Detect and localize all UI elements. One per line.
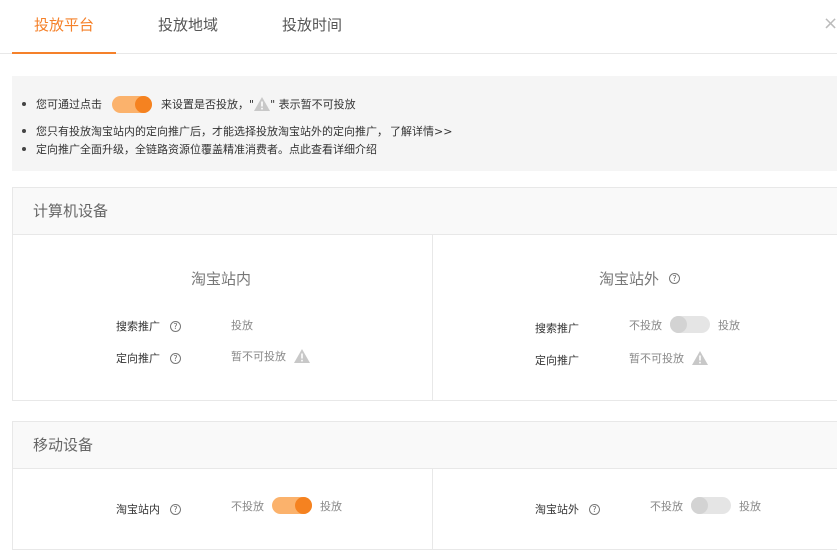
on-label: 投放 xyxy=(739,499,761,513)
notice-text: 您只有投放淘宝站内的定向推广后，才能选择投放淘宝站外的定向推广， xyxy=(36,125,388,138)
pc-outside-search-label: 搜索推广 xyxy=(535,322,579,335)
bullet-icon xyxy=(22,102,26,106)
notice-line-upgrade: 定向推广全面升级，全链路资源位覆盖精准消费者。点此查看详细介绍 xyxy=(22,141,377,157)
value-text: 暂不可投放 xyxy=(629,352,684,365)
value-text: 暂不可投放 xyxy=(231,350,286,363)
help-icon[interactable]: ? xyxy=(589,503,600,515)
pc-inside-search-value: 投放 xyxy=(231,319,253,332)
help-icon[interactable]: ? xyxy=(170,352,181,364)
mobile-outside-control: 不投放 投放 xyxy=(650,497,761,514)
notice-line-toggle-hint: 您可通过点击 来设置是否投放，" " 表示暂不可投放 xyxy=(22,94,356,114)
pc-outside-title: 淘宝站外 ? xyxy=(599,268,681,289)
mobile-outside-toggle[interactable] xyxy=(691,497,731,514)
mobile-outside-label: 淘宝站外 ? xyxy=(535,501,600,517)
notice-box: 您可通过点击 来设置是否投放，" " 表示暂不可投放 您只有投放淘宝站内的定向推… xyxy=(12,76,837,171)
mobile-inside-label: 淘宝站内 ? xyxy=(116,501,181,517)
tab-time[interactable]: 投放时间 xyxy=(262,0,362,54)
section-title: 计算机设备 xyxy=(13,188,837,235)
column-divider xyxy=(432,469,433,549)
mobile-device-section: 移动设备 淘宝站内 ? 不投放 投放 淘宝站外 ? 不投放 投放 xyxy=(12,421,837,550)
help-icon[interactable]: ? xyxy=(170,503,181,515)
mobile-inside-toggle[interactable] xyxy=(272,497,312,514)
pc-outside-search-control: 不投放 投放 xyxy=(629,316,740,333)
warning-icon xyxy=(692,351,708,365)
learn-more-link[interactable]: 了解详情>> xyxy=(390,123,452,139)
warning-icon xyxy=(254,97,271,111)
pc-device-section: 计算机设备 淘宝站内 搜索推广 ? 投放 定向推广 ? 暂不可投放 淘宝站外 ?… xyxy=(12,187,837,401)
notice-text: 您可通过点击 xyxy=(36,98,102,111)
pc-outside-search-toggle[interactable] xyxy=(670,316,710,333)
notice-text: " 表示暂不可投放 xyxy=(270,98,356,111)
pc-outside-targeted-label: 定向推广 xyxy=(535,354,579,367)
toggle-knob xyxy=(135,95,152,113)
upgrade-info-link[interactable]: 定向推广全面升级，全链路资源位覆盖精准消费者。点此查看详细介绍 xyxy=(36,141,377,157)
notice-line-targeting: 您只有投放淘宝站内的定向推广后，才能选择投放淘宝站外的定向推广， 了解详情>> xyxy=(22,123,452,139)
toggle-knob xyxy=(670,316,687,333)
on-label: 投放 xyxy=(718,318,740,332)
bullet-icon xyxy=(22,129,26,133)
help-icon[interactable]: ? xyxy=(669,273,681,284)
notice-text: 来设置是否投放，" xyxy=(161,98,255,111)
label-text: 搜索推广 xyxy=(116,320,160,333)
off-label: 不投放 xyxy=(231,499,264,513)
pc-outside-targeted-value: 暂不可投放 xyxy=(629,350,708,366)
label-text: 定向推广 xyxy=(116,352,160,365)
bullet-icon xyxy=(22,147,26,151)
warning-icon xyxy=(294,349,310,363)
off-label: 不投放 xyxy=(650,499,683,513)
on-label: 投放 xyxy=(320,499,342,513)
pc-inside-title: 淘宝站内 xyxy=(191,270,252,288)
toggle-knob xyxy=(295,497,312,514)
title-text: 淘宝站外 xyxy=(599,270,660,288)
tab-platform[interactable]: 投放平台 xyxy=(12,0,116,54)
tab-bar: 投放平台 投放地域 投放时间 × xyxy=(0,0,837,54)
pc-inside-search-label: 搜索推广 ? xyxy=(116,318,181,334)
help-icon[interactable]: ? xyxy=(170,320,181,332)
close-icon[interactable]: × xyxy=(823,14,837,34)
pc-inside-targeted-label: 定向推广 ? xyxy=(116,350,181,366)
column-divider xyxy=(432,235,433,400)
toggle-knob xyxy=(691,497,708,514)
mobile-inside-control: 不投放 投放 xyxy=(231,497,342,514)
section-title: 移动设备 xyxy=(13,422,837,469)
example-toggle xyxy=(112,95,152,113)
off-label: 不投放 xyxy=(629,318,662,332)
tab-region[interactable]: 投放地域 xyxy=(138,0,238,54)
label-text: 淘宝站内 xyxy=(116,503,160,516)
label-text: 淘宝站外 xyxy=(535,503,579,516)
pc-inside-targeted-value: 暂不可投放 xyxy=(231,348,310,364)
